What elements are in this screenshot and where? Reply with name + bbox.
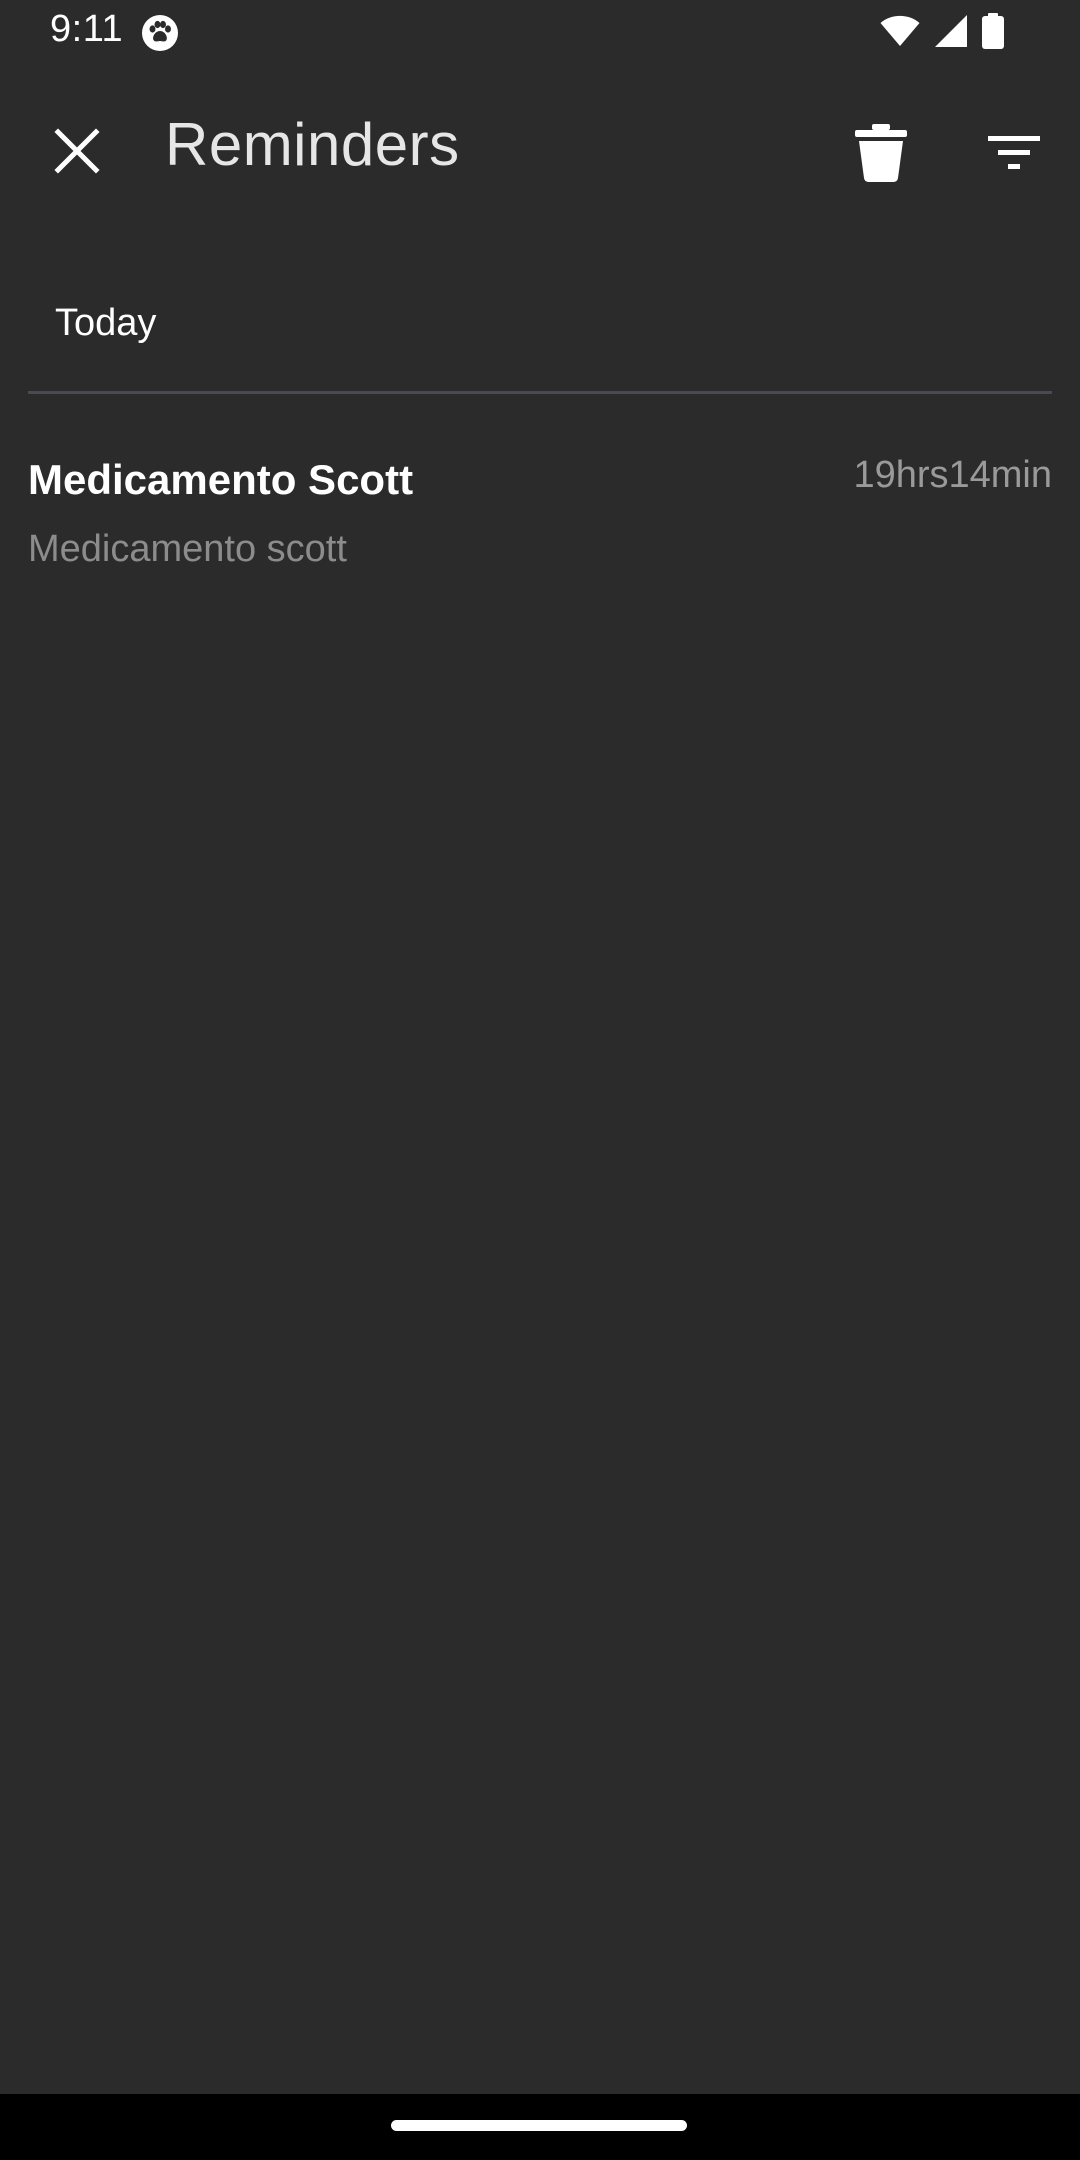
reminder-list-item[interactable]: Medicamento Scott 19hrs14min Medicamento… [28, 440, 1052, 590]
reminder-time-remaining: 19hrs14min [853, 454, 1052, 496]
battery-icon [982, 12, 1004, 54]
section-header-today: Today [55, 302, 157, 344]
top-app-bar: Reminders [0, 66, 1080, 234]
close-button[interactable] [40, 116, 114, 190]
trash-icon [853, 123, 909, 187]
filter-button[interactable] [977, 120, 1051, 190]
reminders-screen: 9:11 Reminders Today Medicamento Scott 1… [0, 0, 1080, 2094]
wifi-icon [880, 15, 920, 52]
section-divider [28, 391, 1052, 394]
status-icons [880, 12, 1004, 54]
paw-icon [141, 14, 179, 52]
reminder-description: Medicamento scott [28, 528, 347, 570]
home-gesture-handle[interactable] [391, 2120, 687, 2131]
status-bar: 9:11 [0, 0, 1080, 66]
filter-icon [988, 133, 1040, 178]
signal-icon [934, 14, 968, 53]
reminder-title: Medicamento Scott [28, 456, 414, 503]
status-time: 9:11 [50, 8, 124, 50]
close-icon [54, 127, 100, 179]
page-title: Reminders [165, 111, 460, 178]
delete-button[interactable] [846, 120, 916, 190]
